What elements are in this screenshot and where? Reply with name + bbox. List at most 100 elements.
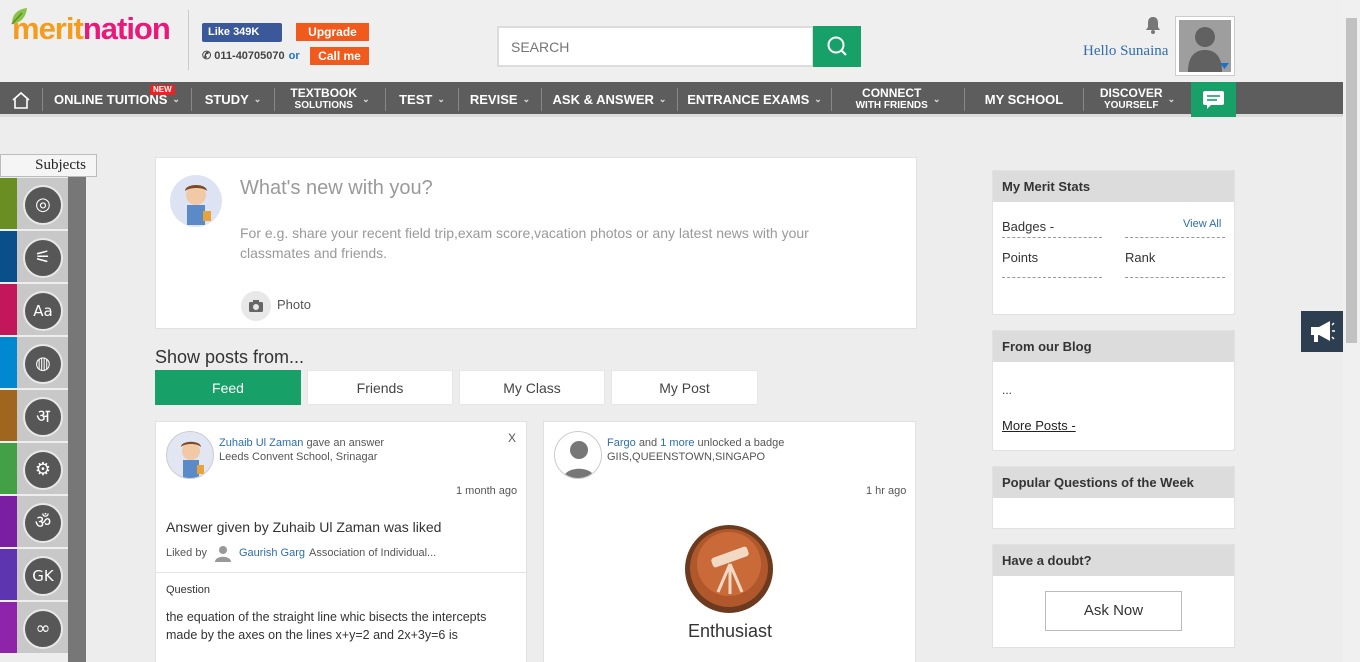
logo-text-nation: nation: [82, 11, 171, 46]
post-more-link[interactable]: 1 more: [660, 437, 694, 449]
nav-textbook-solutions[interactable]: TEXTBOOK SOLUTIONS ⌄: [275, 82, 385, 117]
question-text[interactable]: the equation of the straight line whic b…: [166, 608, 496, 644]
tab-my-class[interactable]: My Class: [459, 370, 605, 405]
dashed-line: [1125, 277, 1225, 278]
post-header: Zuhaib Ul Zaman gave an answer: [219, 437, 384, 449]
main-nav: ONLINE TUITIONS ⌄ STUDY ⌄ TEXTBOOK SOLUTION…: [0, 82, 1343, 117]
telescope-badge-icon: [684, 524, 774, 614]
have-doubt-title: Have a doubt?: [993, 545, 1234, 576]
subject-item[interactable]: अ: [0, 390, 68, 442]
user-greeting[interactable]: Hello Sunaina: [1083, 43, 1168, 60]
subject-item[interactable]: Aa: [0, 284, 68, 336]
post-divider: [156, 572, 526, 573]
search-button[interactable]: [813, 26, 861, 67]
chevron-down-icon: ⌄: [253, 94, 262, 104]
scrollbar-thumb[interactable]: [1346, 18, 1357, 343]
view-all-link[interactable]: View All: [1183, 218, 1221, 230]
chevron-down-icon: ⌄: [362, 94, 370, 104]
nav-test-label: TEST: [399, 92, 433, 107]
facebook-like-label: Like 349K: [208, 26, 260, 38]
subjects-tab[interactable]: Subjects: [0, 154, 97, 177]
chevron-down-icon: ⌄: [658, 94, 667, 104]
close-icon[interactable]: X: [508, 431, 516, 445]
nav-entrance-exams-label: ENTRANCE EXAMS: [687, 92, 810, 107]
nav-connect-label: CONNECT: [862, 86, 922, 100]
subject-item[interactable]: ◍: [0, 337, 68, 389]
post-author-link[interactable]: Fargo: [607, 437, 636, 449]
subject-item[interactable]: ॐ: [0, 496, 68, 548]
subject-item[interactable]: ⚙: [0, 443, 68, 495]
subject-item[interactable]: GK: [0, 549, 68, 601]
sanskrit-icon: ॐ: [23, 503, 63, 543]
phone-contact: ✆ 011-40705070 or: [202, 49, 304, 62]
chevron-down-icon: ⌄: [437, 94, 445, 104]
gk-icon: GK: [23, 556, 63, 596]
nav-connect-with-friends[interactable]: CONNECT WITH FRIENDS ⌄: [832, 82, 964, 117]
chat-button[interactable]: [1191, 82, 1236, 117]
subject-item[interactable]: ⚟: [0, 231, 68, 283]
composer-prompt[interactable]: What's new with you?: [240, 177, 433, 200]
nav-study-label: STUDY: [204, 92, 249, 107]
show-posts-label: Show posts from...: [155, 347, 305, 367]
post-author-avatar[interactable]: [166, 431, 214, 479]
upgrade-button[interactable]: Upgrade: [296, 23, 369, 41]
announcement-button[interactable]: [1301, 311, 1343, 352]
tab-friends[interactable]: Friends: [307, 370, 453, 405]
camera-icon: [249, 300, 263, 312]
nav-my-school-label: MY SCHOOL: [984, 92, 1064, 107]
post-action: gave an answer: [306, 437, 385, 449]
nav-revise[interactable]: REVISE ⌄: [459, 82, 541, 117]
chat-icon: [1203, 91, 1224, 109]
nav-ask-answer[interactable]: ASK & ANSWER ⌄: [542, 82, 677, 117]
nav-my-school[interactable]: MY SCHOOL: [965, 82, 1083, 117]
subject-color-strip: [0, 602, 17, 653]
badges-label: Badges -: [1002, 219, 1055, 234]
nav-study[interactable]: STUDY ⌄: [192, 82, 274, 117]
subject-color-strip: [0, 443, 17, 494]
photo-label[interactable]: Photo: [277, 297, 311, 312]
nav-online-tuitions-label: ONLINE TUITIONS: [54, 92, 168, 107]
facebook-like-button[interactable]: Like 349K: [202, 23, 282, 42]
phone-number: 011-40705070: [214, 50, 285, 62]
nav-test[interactable]: TEST ⌄: [386, 82, 458, 117]
user-avatar[interactable]: [1175, 16, 1235, 76]
nav-textbook-sub: SOLUTIONS: [294, 100, 353, 111]
post-author-link[interactable]: Zuhaib Ul Zaman: [219, 437, 303, 449]
subject-color-strip: [0, 231, 17, 282]
chevron-down-icon: ⌄: [932, 94, 941, 104]
tab-feed[interactable]: Feed: [155, 370, 301, 405]
call-me-button[interactable]: Call me: [310, 47, 369, 65]
tab-my-post[interactable]: My Post: [611, 370, 758, 405]
subject-color-strip: [0, 284, 17, 335]
meritnation-logo[interactable]: meritnation: [11, 8, 171, 46]
nav-discover-yourself[interactable]: DISCOVER YOURSELF ⌄: [1084, 82, 1191, 117]
nav-revise-label: REVISE: [469, 92, 518, 107]
subject-color-strip: [0, 390, 17, 441]
post-headline: Answer given by Zuhaib Ul Zaman was like…: [166, 519, 442, 535]
megaphone-icon: [1311, 321, 1335, 342]
home-nav[interactable]: [0, 82, 42, 117]
liked-by-name[interactable]: Gaurish Garg: [239, 547, 305, 559]
dashed-line: [1125, 237, 1225, 238]
nav-entrance-exams[interactable]: ENTRANCE EXAMS ⌄: [678, 82, 831, 117]
composer-hint[interactable]: For e.g. share your recent field trip,ex…: [240, 223, 880, 263]
ask-now-button[interactable]: Ask Now: [1045, 591, 1182, 631]
search-icon: [827, 36, 847, 56]
globe-icon: ◍: [23, 344, 63, 384]
subject-item[interactable]: ∞: [0, 602, 68, 654]
rank-label: Rank: [1125, 250, 1156, 265]
boy-avatar-icon: [185, 185, 211, 225]
olympics-icon: ∞: [23, 609, 63, 649]
liked-by-school: Association of Individual...: [309, 547, 437, 559]
merit-stats-title: My Merit Stats: [993, 171, 1234, 202]
bell-icon[interactable]: [1144, 15, 1162, 35]
nav-connect-sub: WITH FRIENDS: [855, 100, 928, 111]
search-input[interactable]: [497, 26, 814, 67]
post-header: Fargo and 1 more unlocked a badge: [607, 437, 784, 449]
more-posts-link[interactable]: More Posts -: [1002, 418, 1076, 433]
photo-button[interactable]: [241, 291, 271, 321]
subject-color-strip: [0, 178, 17, 229]
post-author-avatar[interactable]: [554, 431, 602, 479]
subject-item[interactable]: ◎: [0, 178, 68, 230]
user-silhouette-icon: [214, 546, 231, 562]
